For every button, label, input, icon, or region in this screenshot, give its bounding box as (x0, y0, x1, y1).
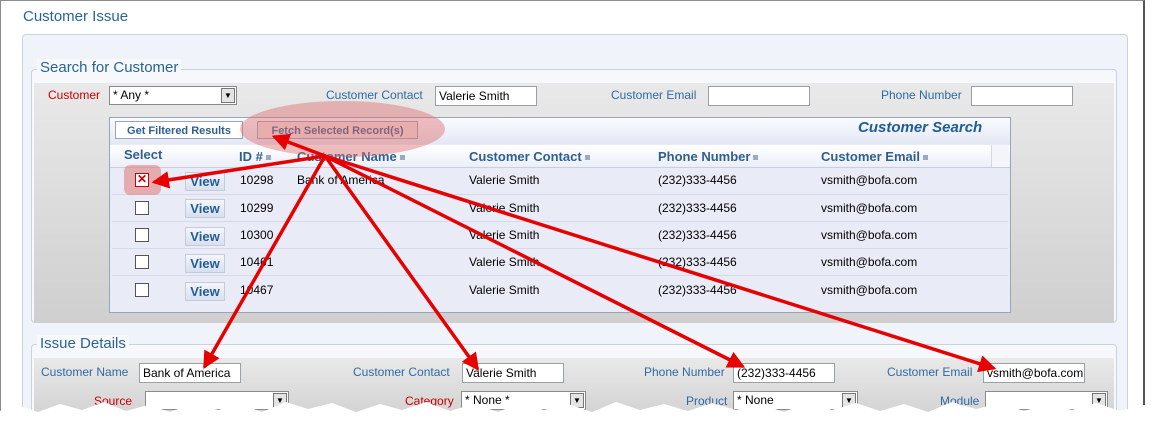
arrow-to-checkbox (151, 154, 327, 189)
arrow-to-fetch (271, 133, 327, 158)
arrow-to-email (323, 154, 997, 373)
annotation-overlay (0, 133, 1155, 424)
arrow-to-customer-name (203, 154, 327, 370)
arrow-to-contact (323, 154, 480, 371)
torn-edge (0, 402, 1155, 424)
arrow-to-phone (323, 154, 746, 368)
